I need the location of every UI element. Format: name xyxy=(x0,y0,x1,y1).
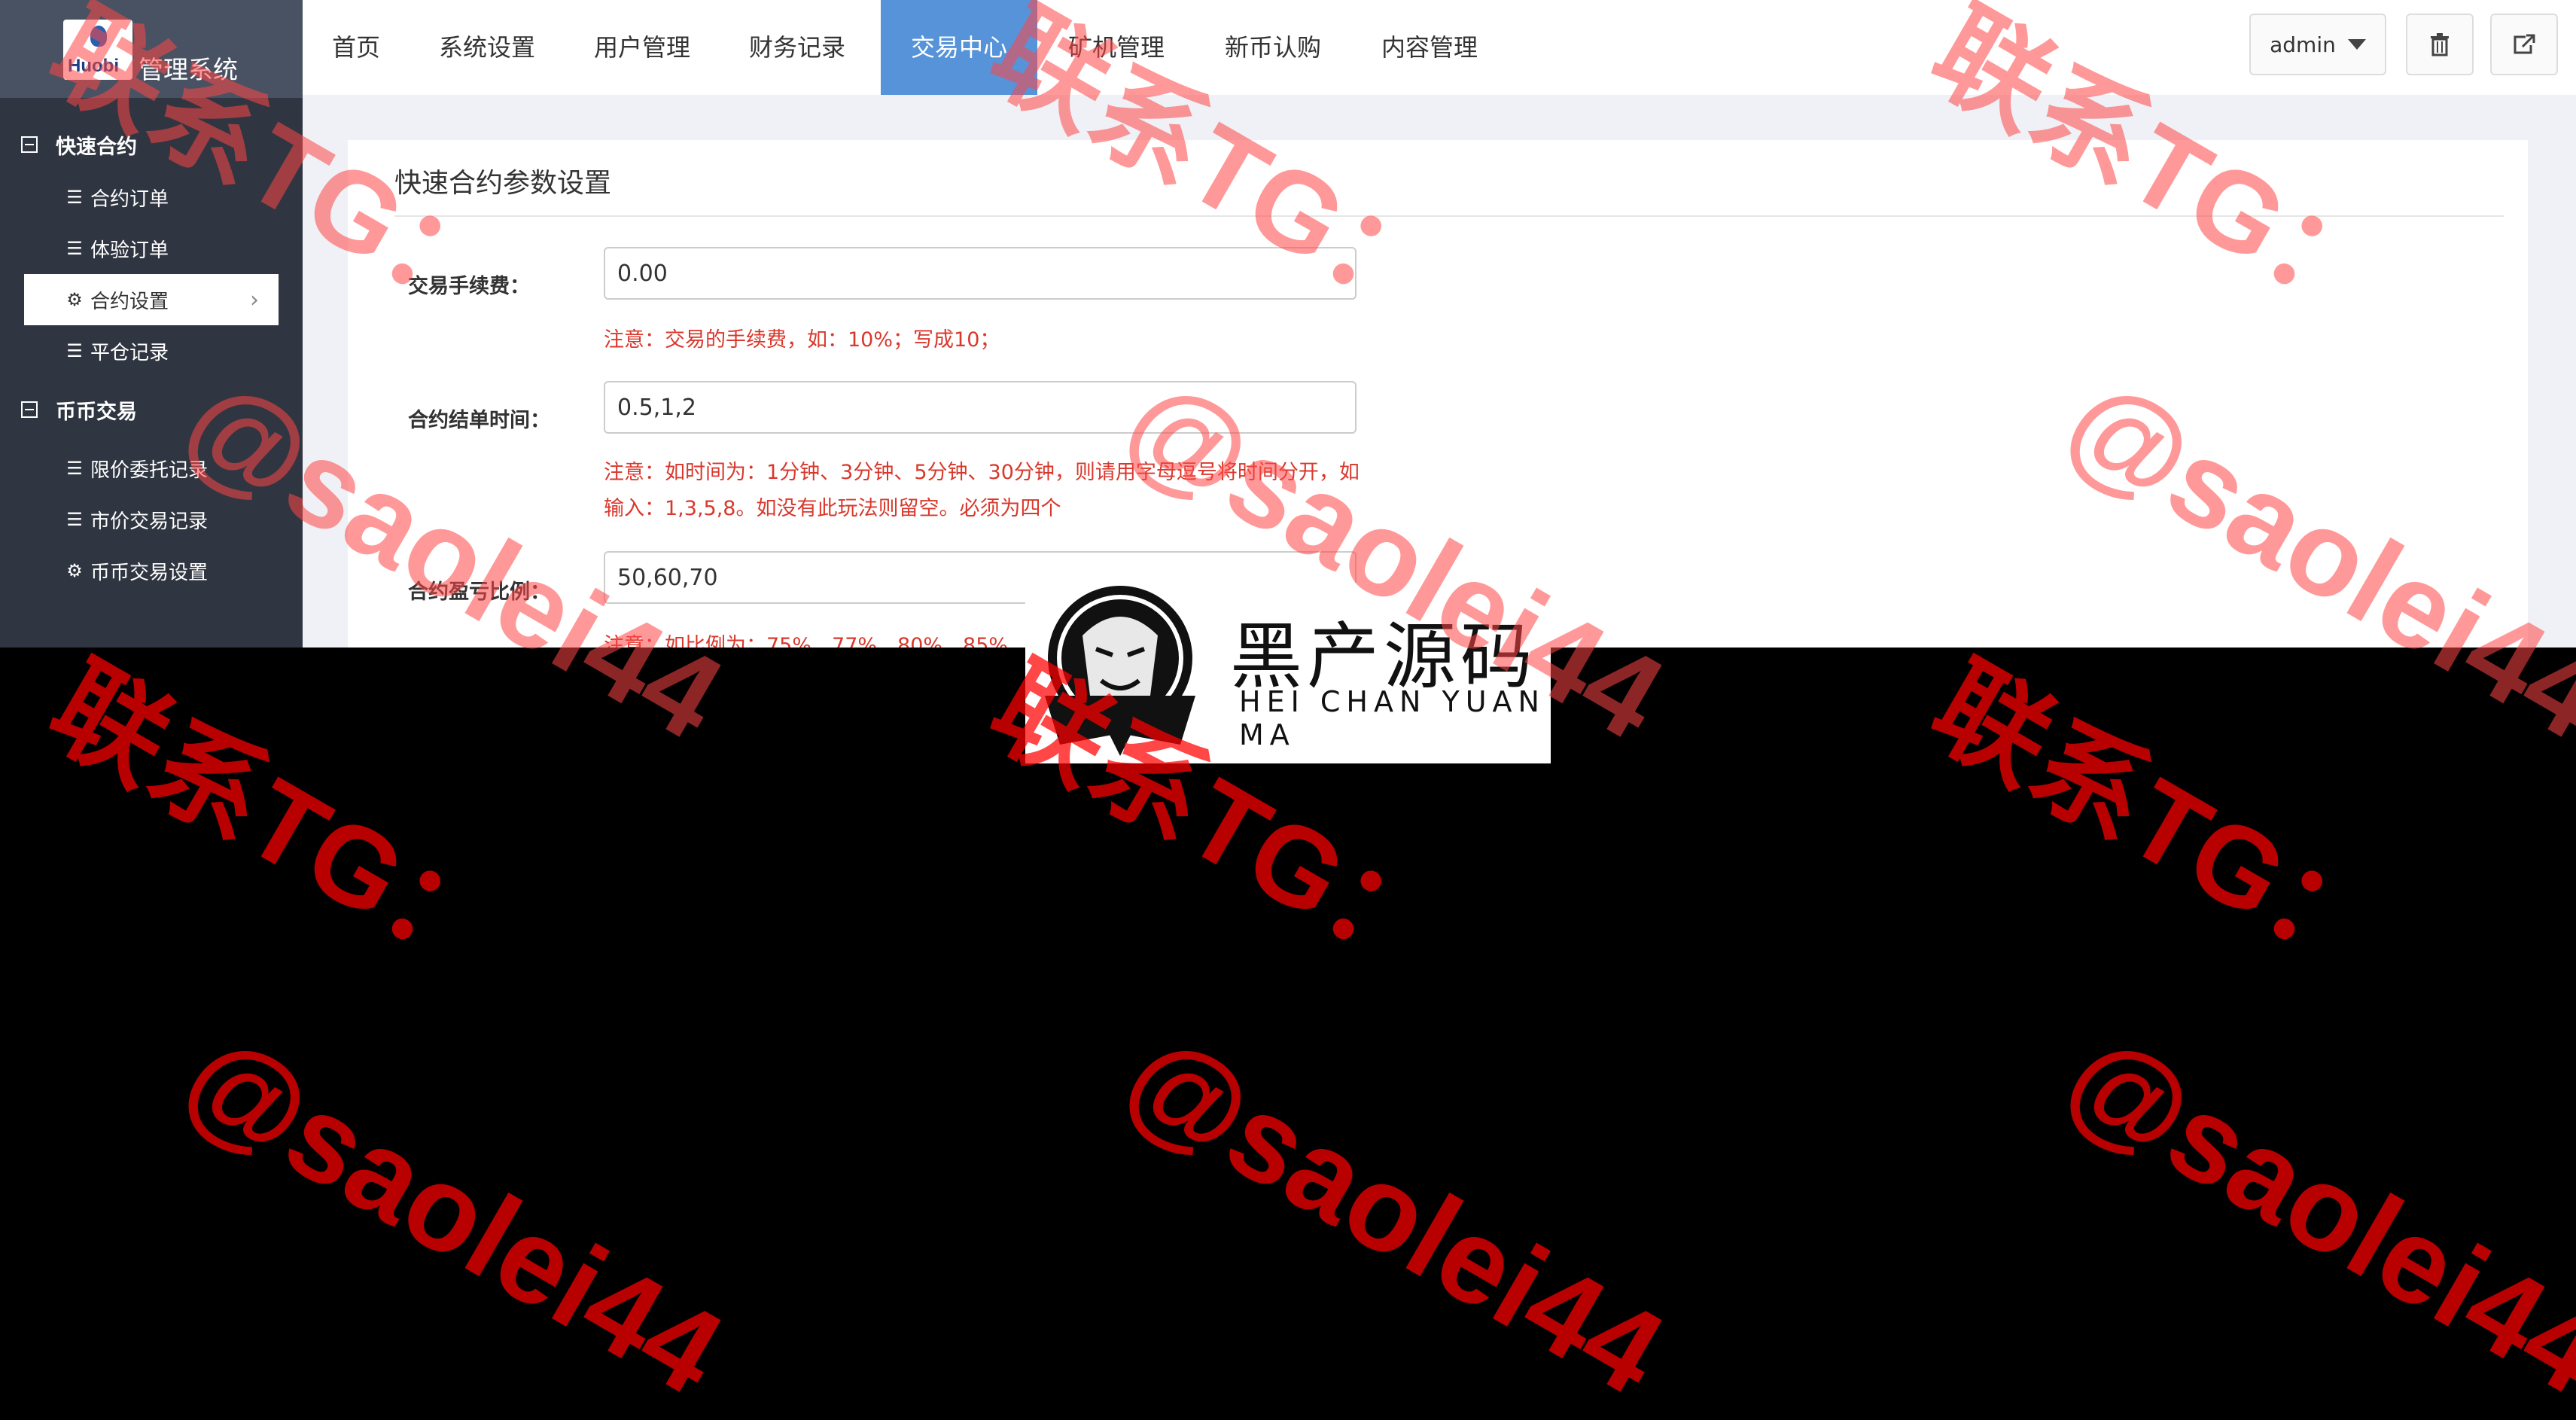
tab-system-settings[interactable]: 系统设置 xyxy=(410,0,565,95)
sidebar-item-contract-settings[interactable]: ⚙ 合约设置 › xyxy=(24,274,279,325)
brand-logo: 黑产源码 HEI CHAN YUAN MA xyxy=(1025,583,1551,763)
sidebar-item-label: 平仓记录 xyxy=(90,341,169,364)
fee-input[interactable] xyxy=(604,247,1357,300)
watermark-line2: @saolei44 xyxy=(2045,1007,2576,1420)
mascot-badge-icon xyxy=(1045,586,1195,756)
user-name: admin xyxy=(2270,32,2336,57)
list-icon: ☰ xyxy=(66,238,83,259)
sidebar-item-coin-settings[interactable]: ⚙ 币币交易设置 xyxy=(0,545,303,596)
tab-label: 用户管理 xyxy=(593,33,690,62)
fee-note: 注意：交易的手续费，如：10%；写成10； xyxy=(604,328,1000,352)
sidebar-item-contract-orders[interactable]: ☰ 合约订单 xyxy=(0,172,303,223)
tab-user-management[interactable]: 用户管理 xyxy=(565,0,720,95)
user-menu-button[interactable]: admin xyxy=(2249,14,2386,75)
settings-panel: 快速合约参数设置 交易手续费： 注意：交易的手续费，如：10%；写成10； 合约… xyxy=(348,140,2528,648)
tab-finance-records[interactable]: 财务记录 xyxy=(720,0,875,95)
app-screen: Huobi 管理系统 快速合约 ☰ 合约订单 ☰ 体验订单 ⚙ 合约设置 › ☰… xyxy=(0,0,2576,648)
app-title: 管理系统 xyxy=(139,55,238,84)
sidebar-item-label: 限价委托记录 xyxy=(90,459,209,482)
logo-bar: Huobi 管理系统 xyxy=(0,0,303,98)
sidebar-group-label: 币币交易 xyxy=(56,400,137,424)
trash-icon xyxy=(2431,33,2449,56)
settle-time-input[interactable] xyxy=(604,381,1357,434)
sidebar-item-trial-orders[interactable]: ☰ 体验订单 xyxy=(0,223,303,274)
sidebar-item-market-records[interactable]: ☰ 市价交易记录 xyxy=(0,494,303,545)
sidebar-item-label: 体验订单 xyxy=(90,239,169,262)
app-logo: Huobi xyxy=(63,20,132,80)
sidebar-item-limit-orders[interactable]: ☰ 限价委托记录 xyxy=(0,443,303,494)
logout-button[interactable] xyxy=(2490,14,2558,75)
sidebar-item-label: 币币交易设置 xyxy=(90,561,209,584)
clear-cache-button[interactable] xyxy=(2406,14,2474,75)
settle-time-note: 注意：如时间为：1分钟、3分钟、5分钟、30分钟，则请用字母逗号将时间分开，如输… xyxy=(604,461,1360,520)
list-icon: ☰ xyxy=(66,458,83,479)
list-icon: ☰ xyxy=(66,340,83,361)
caret-down-icon xyxy=(2347,39,2366,50)
panel-title: 快速合约参数设置 xyxy=(394,168,612,199)
fee-label: 交易手续费： xyxy=(408,275,530,298)
list-icon: ☰ xyxy=(66,509,83,530)
panel-divider xyxy=(394,215,2504,217)
sidebar-group-label: 快速合约 xyxy=(56,135,137,159)
sidebar-item-close-records[interactable]: ☰ 平仓记录 xyxy=(0,325,303,376)
watermark: 联系TG： @saolei44 xyxy=(1788,641,2576,1420)
collapse-icon xyxy=(21,136,38,153)
tab-content-management[interactable]: 内容管理 xyxy=(1350,0,1509,95)
tab-miner-management[interactable]: 矿机管理 xyxy=(1037,0,1195,95)
tab-label: 新币认购 xyxy=(1224,33,1321,62)
settle-time-label: 合约结单时间： xyxy=(408,409,550,432)
sidebar-item-label: 合约订单 xyxy=(90,187,169,211)
brand-name-en: HEI CHAN YUAN MA xyxy=(1239,685,1545,751)
tab-trading-center[interactable]: 交易中心 xyxy=(881,0,1037,95)
watermark-line2: @saolei44 xyxy=(1104,1007,1685,1420)
tab-home[interactable]: 首页 xyxy=(303,0,410,95)
logo-text: Huobi xyxy=(68,56,119,76)
tab-label: 交易中心 xyxy=(910,33,1007,62)
top-nav: 首页 系统设置 用户管理 财务记录 交易中心 矿机管理 新币认购 内容管理 xyxy=(303,0,2576,95)
sidebar-item-label: 合约设置 xyxy=(90,290,169,313)
tab-new-coin-subscription[interactable]: 新币认购 xyxy=(1195,0,1350,95)
profit-ratio-label: 合约盈亏比例： xyxy=(408,580,550,604)
watermark: 联系TG： @saolei44 xyxy=(0,641,864,1420)
tab-label: 内容管理 xyxy=(1381,33,1478,62)
list-icon: ☰ xyxy=(66,187,83,208)
tab-label: 财务记录 xyxy=(748,33,845,62)
collapse-icon xyxy=(21,401,38,418)
tab-label: 矿机管理 xyxy=(1067,33,1165,62)
share-out-icon xyxy=(2514,34,2535,54)
watermark-line1: 联系TG： xyxy=(30,641,523,999)
sidebar-group-quick-contract[interactable]: 快速合约 xyxy=(0,122,303,167)
sidebar-item-label: 市价交易记录 xyxy=(90,510,209,533)
sidebar: Huobi 管理系统 快速合约 ☰ 合约订单 ☰ 体验订单 ⚙ 合约设置 › ☰… xyxy=(0,0,303,648)
gear-icon: ⚙ xyxy=(66,289,83,310)
watermark-line2: @saolei44 xyxy=(163,1007,744,1420)
sidebar-group-coin-trading[interactable]: 币币交易 xyxy=(0,387,303,432)
flame-icon xyxy=(90,26,107,47)
gear-icon: ⚙ xyxy=(66,560,83,581)
chevron-right-icon: › xyxy=(250,286,259,313)
watermark-line1: 联系TG： xyxy=(1912,641,2405,999)
tab-label: 首页 xyxy=(331,33,380,62)
tab-label: 系统设置 xyxy=(438,33,535,62)
